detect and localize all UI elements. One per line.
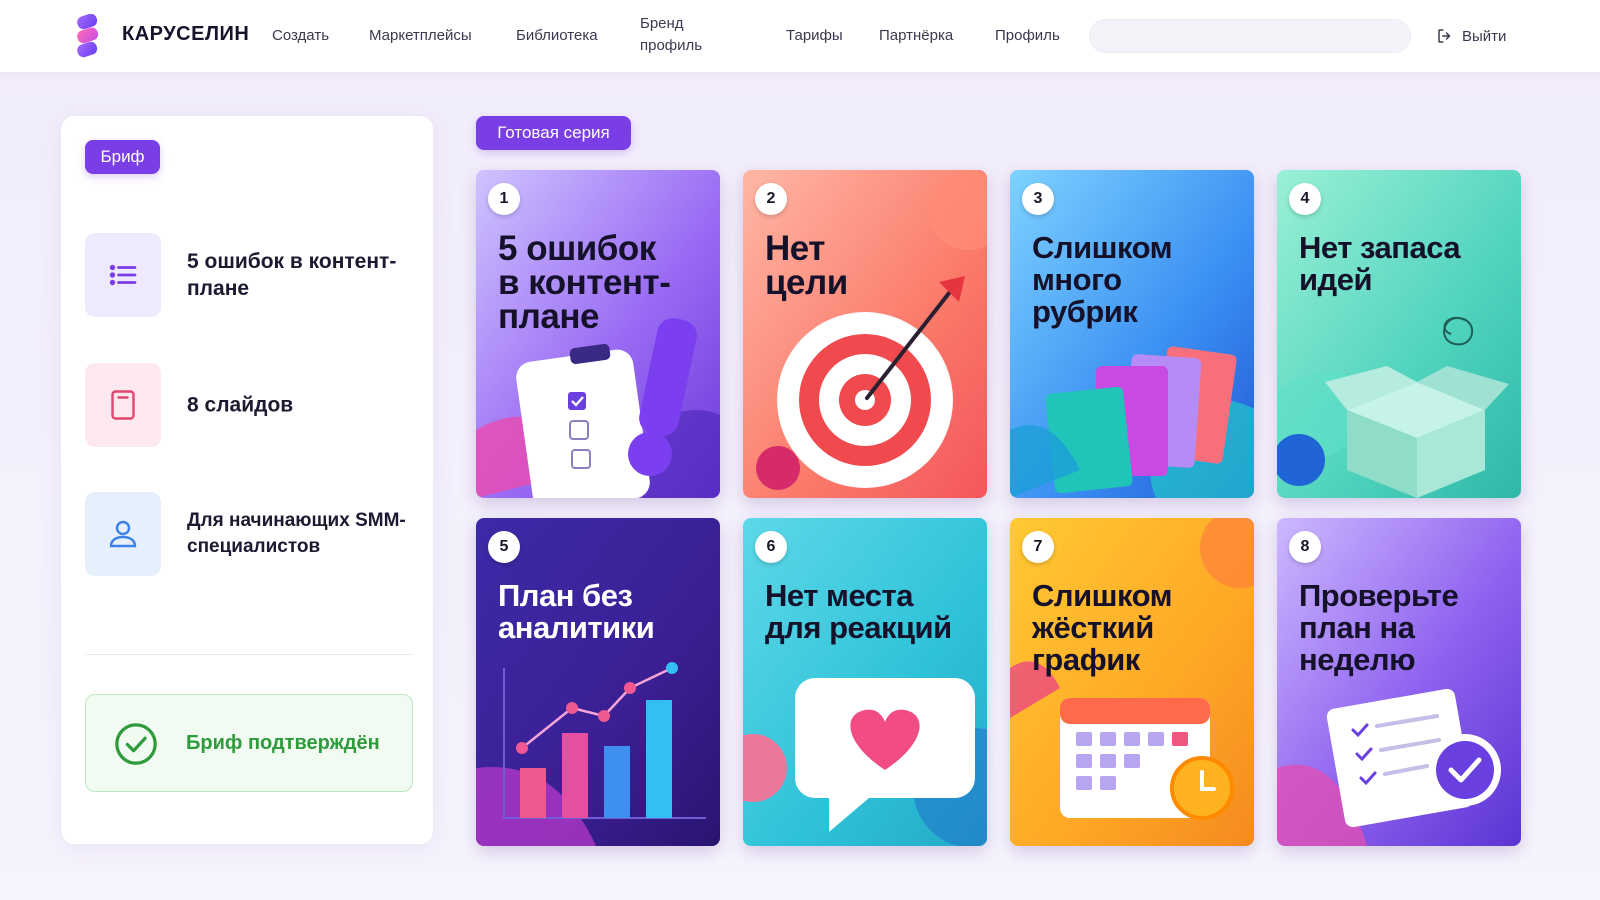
slide-card-3[interactable]: 3 Слишком много рубрик bbox=[1010, 170, 1254, 498]
checklist-notepad-illustration bbox=[1277, 518, 1521, 846]
slide-title: Слишком много рубрик bbox=[1032, 230, 1173, 329]
nav-marketplaces[interactable]: Маркетплейсы bbox=[369, 25, 472, 47]
slide-number-badge: 6 bbox=[755, 531, 787, 563]
nav-profile[interactable]: Профиль bbox=[995, 25, 1060, 47]
slide-icon bbox=[111, 390, 135, 420]
slide-title: Слишком жёсткий график bbox=[1032, 578, 1173, 677]
divider bbox=[85, 654, 413, 655]
slide-title: План без аналитики bbox=[498, 578, 655, 645]
brand-logo-icon[interactable] bbox=[74, 14, 102, 58]
top-navigation-bar: КАРУСЕЛИН Создать Маркетплейсы Библиотек… bbox=[0, 0, 1600, 73]
slide-title: Нет цели bbox=[765, 229, 848, 302]
brief-item-topic: 5 ошибок в контент-плане bbox=[85, 233, 415, 317]
nav-partners[interactable]: Партнёрка bbox=[879, 25, 953, 47]
logout-button[interactable]: Выйти bbox=[1436, 25, 1506, 47]
slide-card-8[interactable]: 8 Проверьте план на неделю bbox=[1277, 518, 1521, 846]
heart-bubble-illustration bbox=[743, 518, 987, 846]
empty-box-illustration bbox=[1277, 170, 1521, 498]
brief-audience-text: Для начинающих SMM-специалистов bbox=[187, 510, 406, 557]
brief-confirmed-status: Бриф подтверждён bbox=[85, 694, 413, 792]
nav-brand-profile[interactable]: Бренд профиль bbox=[640, 13, 730, 57]
target-dart-illustration bbox=[743, 170, 987, 498]
brief-icon-box bbox=[85, 492, 161, 576]
brief-confirmed-text: Бриф подтверждён bbox=[186, 732, 380, 754]
slide-card-2[interactable]: 2 Нет цели bbox=[743, 170, 987, 498]
nav-library[interactable]: Библиотека bbox=[516, 25, 598, 47]
brief-item-audience: Для начинающих SMM-специалистов bbox=[85, 492, 415, 576]
slide-card-6[interactable]: 6 Нет места для реакций bbox=[743, 518, 987, 846]
slide-card-5[interactable]: 5 План без аналитики bbox=[476, 518, 720, 846]
series-badge: Готовая серия bbox=[476, 116, 631, 150]
user-icon bbox=[109, 520, 137, 548]
brand-name[interactable]: КАРУСЕЛИН bbox=[122, 23, 249, 46]
check-circle-icon bbox=[115, 723, 157, 765]
slide-number-badge: 5 bbox=[488, 531, 520, 563]
slide-number-badge: 3 bbox=[1022, 183, 1054, 215]
brief-panel: Бриф 5 ошибок в контент-плане 8 слайдов bbox=[60, 115, 434, 845]
slide-title: 5 ошибок в контент- плане bbox=[498, 229, 671, 336]
nav-create[interactable]: Создать bbox=[272, 25, 329, 47]
nav-pricing[interactable]: Тарифы bbox=[786, 25, 843, 47]
slide-number-badge: 8 bbox=[1289, 531, 1321, 563]
brief-icon-box bbox=[85, 233, 161, 317]
logout-label: Выйти bbox=[1462, 27, 1507, 45]
slide-card-7[interactable]: 7 Слишком жёсткий график bbox=[1010, 518, 1254, 846]
slide-card-4[interactable]: 4 Нет запаса идей bbox=[1277, 170, 1521, 498]
folders-illustration bbox=[1010, 170, 1254, 498]
slide-number-badge: 4 bbox=[1289, 183, 1321, 215]
list-icon bbox=[109, 264, 137, 286]
slide-number-badge: 1 bbox=[488, 183, 520, 215]
search-input[interactable] bbox=[1089, 19, 1411, 53]
slide-title: Проверьте план на неделю bbox=[1299, 578, 1459, 677]
brief-icon-box bbox=[85, 363, 161, 447]
brief-item-slides: 8 слайдов bbox=[85, 363, 415, 447]
slide-title: Нет запаса идей bbox=[1299, 230, 1461, 297]
brief-slides-text: 8 слайдов bbox=[187, 393, 294, 417]
slide-title: Нет места для реакций bbox=[765, 578, 952, 645]
bar-chart-illustration bbox=[476, 518, 720, 846]
slide-number-badge: 7 bbox=[1022, 531, 1054, 563]
slide-card-1[interactable]: 1 5 ошибок в контент- плане bbox=[476, 170, 720, 498]
brief-topic-text: 5 ошибок в контент-плане bbox=[187, 250, 397, 300]
calendar-clock-illustration bbox=[1010, 518, 1254, 846]
logout-icon bbox=[1438, 29, 1451, 43]
brief-badge: Бриф bbox=[85, 140, 160, 174]
slide-number-badge: 2 bbox=[755, 183, 787, 215]
